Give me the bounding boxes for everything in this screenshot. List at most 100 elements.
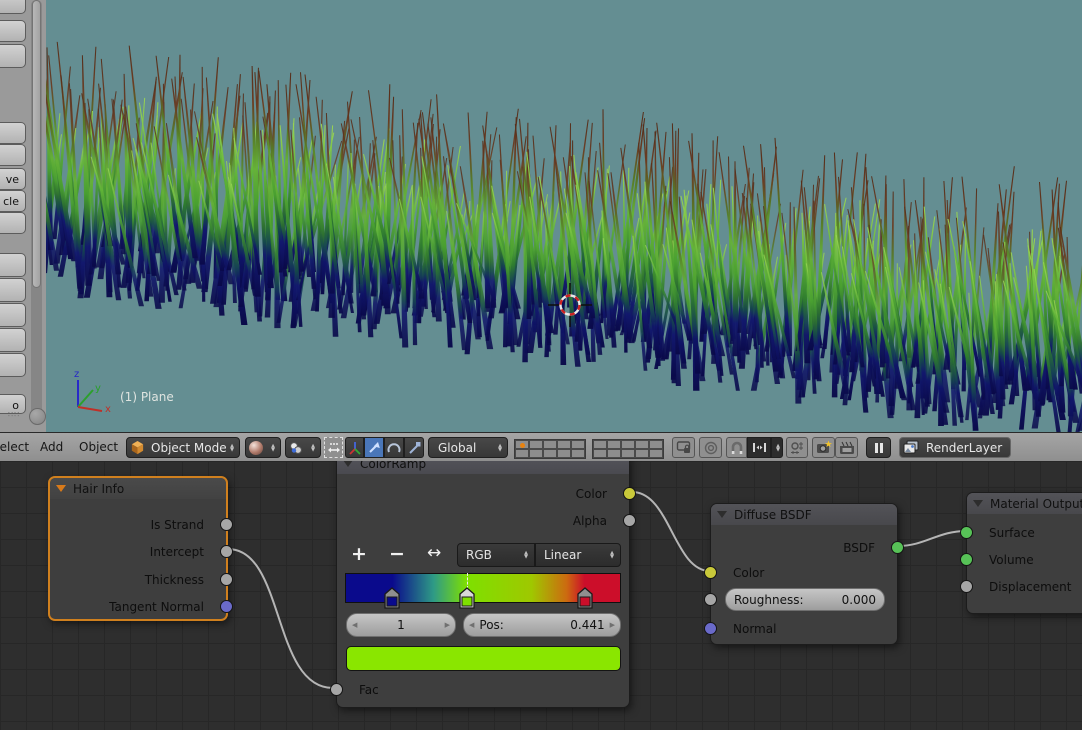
tool-shelf-button[interactable] (0, 0, 26, 14)
collapse-triangle-icon[interactable] (343, 461, 353, 467)
socket-color-in[interactable] (704, 566, 717, 579)
color-mode-dropdown[interactable]: RGB ▲ ▼ (457, 543, 535, 567)
rotate-manipulator-button[interactable] (384, 437, 404, 458)
render-still-button[interactable] (812, 437, 835, 458)
socket-color-out[interactable] (623, 487, 636, 500)
orientation-dropdown[interactable]: Global ▲ ▼ (428, 437, 508, 458)
flip-ramp-button[interactable]: ↔ (427, 543, 441, 563)
layer-cell[interactable] (557, 440, 571, 449)
tool-shelf-button[interactable] (0, 144, 26, 166)
render-layer-dropdown[interactable]: RenderLayer (899, 437, 1011, 458)
snap-element-button[interactable] (747, 437, 771, 458)
delete-stop-button[interactable]: − (389, 543, 405, 565)
tool-shelf-button[interactable] (0, 253, 26, 277)
translate-manipulator-button[interactable] (364, 437, 384, 458)
resize-grip[interactable]: ∷∷ (8, 411, 26, 422)
node-header[interactable]: Material Output (967, 493, 1082, 514)
socket-intercept[interactable] (220, 545, 233, 558)
proportional-edit-button[interactable] (699, 437, 722, 458)
socket-alpha-out[interactable] (623, 514, 636, 527)
interpolation-dropdown[interactable]: Linear ▲ ▼ (535, 543, 621, 567)
tool-shelf-button[interactable] (0, 20, 26, 42)
layer-cell[interactable] (621, 449, 635, 458)
menu-add[interactable]: Add (40, 440, 63, 454)
render-animation-button[interactable] (835, 437, 858, 458)
node-diffuse-bsdf[interactable]: Diffuse BSDF BSDF Color Roughness: 0.000… (704, 503, 904, 645)
layer-cell[interactable] (571, 440, 585, 449)
scale-manipulator-button[interactable] (404, 437, 424, 458)
menu-object[interactable]: Object (79, 440, 118, 454)
snap-target-button[interactable] (786, 437, 808, 458)
layer-cell[interactable] (621, 440, 635, 449)
node-header[interactable]: Diffuse BSDF (711, 504, 897, 525)
socket-is-strand[interactable] (220, 518, 233, 531)
ramp-stop-handle[interactable] (384, 587, 400, 609)
layer-cell[interactable] (515, 440, 529, 449)
layer-cell[interactable] (515, 449, 529, 458)
active-color-swatch[interactable] (346, 646, 621, 671)
socket-tangent-normal[interactable] (220, 600, 233, 613)
layer-cell[interactable] (593, 449, 607, 458)
stepper-right-arrow-icon[interactable]: ▶ (605, 621, 620, 629)
tool-shelf-button[interactable] (0, 122, 26, 144)
add-stop-button[interactable]: + (351, 543, 367, 565)
layer-cell[interactable] (607, 440, 621, 449)
tool-shelf-button[interactable] (0, 278, 26, 302)
panel-toggle-button[interactable] (29, 408, 46, 425)
socket-normal-in[interactable] (704, 622, 717, 635)
3d-viewport[interactable]: z y x (1) Plane (46, 0, 1082, 432)
socket-displacement-in[interactable] (960, 580, 973, 593)
socket-thickness[interactable] (220, 573, 233, 586)
roughness-slider[interactable]: Roughness: 0.000 (725, 588, 885, 611)
stepper-left-arrow-icon[interactable]: ◀ (464, 621, 479, 629)
tool-shelf-button[interactable] (0, 353, 26, 377)
position-stepper[interactable]: ◀ Pos: 0.441 ▶ (463, 613, 621, 637)
layer-cell[interactable] (529, 440, 543, 449)
node-editor[interactable]: Hair Info Is Strand Intercept Thickness … (0, 461, 1082, 730)
layer-buttons-group-2[interactable] (592, 439, 664, 459)
manipulator-axes-button[interactable] (345, 437, 364, 458)
layer-cell[interactable] (607, 449, 621, 458)
menu-select[interactable]: Select (0, 440, 29, 454)
manipulator-toggle[interactable] (324, 437, 343, 458)
node-hair-info[interactable]: Hair Info Is Strand Intercept Thickness … (48, 476, 233, 621)
layer-cell[interactable] (543, 449, 557, 458)
tool-shelf-button[interactable] (0, 303, 26, 327)
tool-shelf-button[interactable] (0, 212, 26, 234)
stepper-left-arrow-icon[interactable]: ◀ (347, 621, 362, 629)
layer-buttons-group-1[interactable] (514, 439, 586, 459)
layer-cell[interactable] (649, 440, 663, 449)
layer-cell[interactable] (529, 449, 543, 458)
snap-element-arrows[interactable]: ▲ ▼ (771, 437, 783, 458)
node-material-output[interactable]: Material Output Surface Volume Displacem… (960, 492, 1082, 614)
layer-cell[interactable] (543, 440, 557, 449)
layer-cell[interactable] (557, 449, 571, 458)
color-ramp-widget[interactable] (345, 573, 621, 615)
tool-shelf-scrollbar[interactable] (31, 0, 42, 425)
tool-shelf-button[interactable] (0, 328, 26, 352)
ramp-stop-handle[interactable] (577, 587, 593, 609)
collapse-triangle-icon[interactable] (973, 500, 983, 507)
collapse-triangle-icon[interactable] (56, 485, 66, 492)
pause-button[interactable] (866, 437, 891, 458)
socket-volume-in[interactable] (960, 553, 973, 566)
socket-fac-in[interactable] (330, 683, 343, 696)
tool-shelf-button[interactable]: ve (0, 168, 26, 190)
node-header[interactable]: ColorRamp (337, 461, 629, 474)
layer-cell[interactable] (635, 449, 649, 458)
shading-dropdown[interactable]: ▲ ▼ (245, 437, 281, 458)
layer-cell[interactable] (635, 440, 649, 449)
snap-toggle-button[interactable] (726, 437, 747, 458)
socket-roughness-in[interactable] (704, 593, 717, 606)
layer-cell[interactable] (571, 449, 585, 458)
collapse-triangle-icon[interactable] (717, 511, 727, 518)
scene-lock-button[interactable] (672, 437, 695, 458)
node-header[interactable]: Hair Info (50, 478, 226, 499)
stepper-right-arrow-icon[interactable]: ▶ (440, 621, 455, 629)
node-color-ramp[interactable]: ColorRamp Color Alpha + − ↔ RGB ▲ ▼ Linea… (330, 461, 636, 708)
socket-bsdf-out[interactable] (891, 541, 904, 554)
scrollbar-thumb[interactable] (32, 0, 41, 288)
mode-dropdown[interactable]: Object Mode ▲ ▼ (126, 437, 240, 458)
pivot-dropdown[interactable]: ▲ ▼ (285, 437, 321, 458)
socket-surface-in[interactable] (960, 526, 973, 539)
